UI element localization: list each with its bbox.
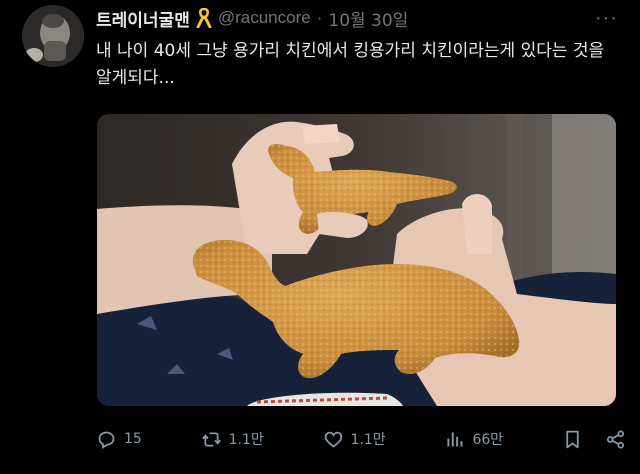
tweet-actions-right <box>562 429 626 450</box>
tweet-actions: 15 1.1만 1.1만 66만 <box>96 424 626 454</box>
like-count: 1.1만 <box>350 432 386 448</box>
reply-count: 15 <box>124 431 142 447</box>
like-button[interactable]: 1.1만 <box>323 429 386 450</box>
view-count: 66만 <box>472 432 504 448</box>
display-name[interactable]: 트레이너굴맨 <box>96 6 190 31</box>
reply-button[interactable]: 15 <box>96 429 142 450</box>
retweet-button[interactable]: 1.1만 <box>201 429 264 450</box>
reply-icon <box>98 431 115 449</box>
more-options-icon[interactable]: ··· <box>595 8 618 28</box>
heart-icon <box>324 431 342 448</box>
retweet-icon <box>201 432 221 446</box>
share-icon[interactable] <box>605 429 626 450</box>
tweet-text: 내 나이 40세 그냥 용가리 치킨에서 킹용가리 치킨이라는게 있다는 것을 … <box>96 41 605 88</box>
separator-dot: · <box>316 8 323 27</box>
yellow-ribbon-icon <box>196 7 212 29</box>
bookmark-icon[interactable] <box>562 429 583 450</box>
dinosaur-nuggets-photo <box>97 114 616 406</box>
avatar-image <box>22 5 84 67</box>
user-handle[interactable]: @racuncore <box>218 8 311 28</box>
tweet-date[interactable]: 10월 30일 <box>328 6 408 31</box>
tweet-header: 트레이너굴맨 @racuncore · 10월 30일 <box>96 6 408 31</box>
tweet-media[interactable] <box>97 114 616 406</box>
avatar[interactable] <box>22 5 84 67</box>
retweet-count: 1.1만 <box>228 432 264 448</box>
views-button[interactable]: 66만 <box>444 429 503 450</box>
tweet: 트레이너굴맨 @racuncore · 10월 30일 ··· 내 나이 40세… <box>0 0 640 474</box>
views-icon <box>447 432 463 446</box>
